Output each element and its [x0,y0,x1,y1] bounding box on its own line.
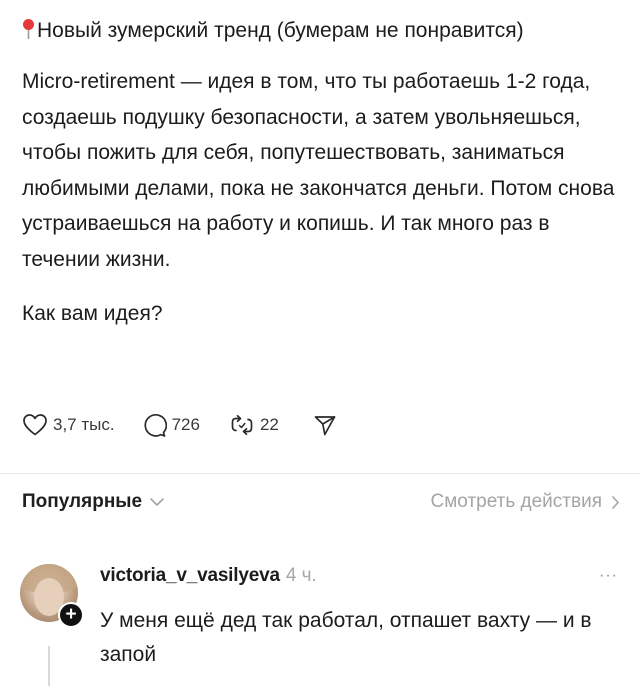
post-actions: 3,7 тыс. 726 22 [22,409,337,441]
repost-icon [231,414,253,436]
red-pin-icon [22,17,35,39]
send-icon [314,416,336,436]
post-title: Новый зумерский тренд (бумерам не понрав… [37,19,524,42]
heart-icon [23,414,47,436]
comments-sort-bar: Популярные Смотреть действия [22,484,620,520]
thread-line [48,646,50,686]
comment-button[interactable]: 726 [141,412,200,438]
repost-count: 22 [259,415,279,434]
like-button[interactable]: 3,7 тыс. [22,413,115,437]
post: Новый зумерский тренд (бумерам не понрав… [22,14,622,331]
view-activity-label: Смотреть действия [430,491,602,512]
post-question: Как вам идея? [22,301,163,325]
share-button[interactable] [313,413,337,437]
comment-bubble-icon [144,414,167,437]
comment-username[interactable]: victoria_v_vasilyeva [100,565,280,586]
like-count: 3,7 тыс. [53,415,115,434]
comment-text: У меня ещё дед так работал, отпашет вахт… [100,609,592,666]
sort-dropdown[interactable]: Популярные [22,491,165,513]
post-title-row: Новый зумерский тренд (бумерам не понрав… [22,14,622,47]
post-body: Micro-retirement — идея в том, что ты ра… [22,70,615,271]
more-options-button[interactable]: ··· [599,567,618,585]
comment-time: 4 ч. [285,565,317,586]
comment: + victoria_v_vasilyeva 4 ч. ··· У меня ещ… [20,560,620,686]
chevron-right-icon [612,495,619,509]
repost-button[interactable]: 22 [229,413,279,437]
comment-count: 726 [171,415,200,434]
sort-label: Популярные [22,491,143,512]
view-activity-link[interactable]: Смотреть действия [431,491,620,513]
chevron-down-icon [150,498,164,506]
comment-header: victoria_v_vasilyeva 4 ч. [100,565,317,587]
follow-button[interactable]: + [58,602,84,628]
section-divider [0,473,640,474]
